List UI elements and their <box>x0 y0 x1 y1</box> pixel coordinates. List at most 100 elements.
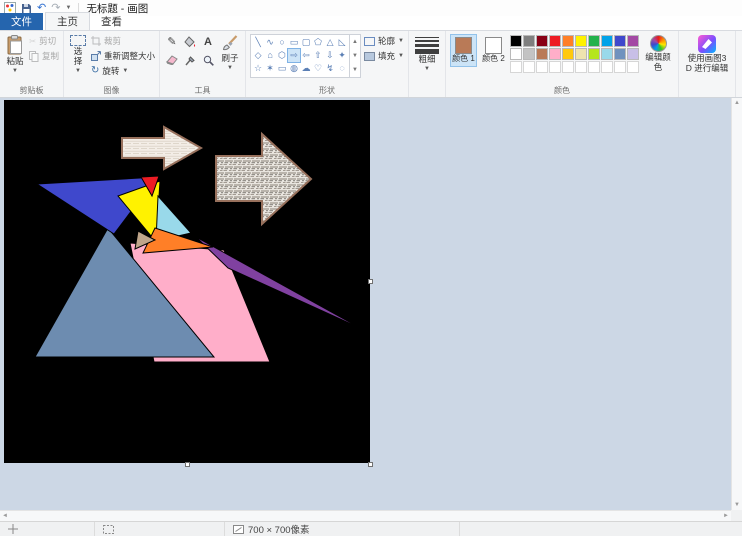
palette-swatch[interactable] <box>614 61 626 73</box>
brushes-button[interactable]: 刷子 ▼ <box>219 34 241 73</box>
rotate-button[interactable]: ↻ 旋转 ▼ <box>91 65 155 77</box>
scroll-down-icon[interactable]: ▼ <box>732 500 742 510</box>
outline-caret-icon: ▼ <box>398 38 404 44</box>
color1-button[interactable]: 颜色 1 <box>450 34 477 67</box>
palette-swatch[interactable] <box>562 61 574 73</box>
palette-swatch[interactable] <box>588 35 600 47</box>
horizontal-scrollbar[interactable]: ◄ ► <box>0 510 731 521</box>
palette-swatch[interactable] <box>575 35 587 47</box>
paint3d-button[interactable]: 使用画图3 D 进行编辑 <box>683 34 731 75</box>
palette-swatch[interactable] <box>601 48 613 60</box>
scrollbar-corner <box>731 510 742 521</box>
fill-tool[interactable] <box>182 34 198 50</box>
shape-right-triangle[interactable]: ◺ <box>336 36 348 49</box>
palette-swatch[interactable] <box>627 61 639 73</box>
copy-button[interactable]: 复制 <box>29 50 59 62</box>
tab-file[interactable]: 文件 <box>0 13 43 30</box>
palette-swatch[interactable] <box>614 48 626 60</box>
crop-label: 裁剪 <box>104 35 121 47</box>
crop-button[interactable]: 裁剪 <box>91 35 155 47</box>
eraser-tool[interactable] <box>164 52 180 68</box>
shape-rectangle[interactable]: ▭ <box>288 36 300 49</box>
canvas-resize-handle-bottom[interactable] <box>185 462 190 467</box>
palette-swatch[interactable] <box>627 35 639 47</box>
palette-swatch[interactable] <box>549 61 561 73</box>
shape-triangle[interactable]: △ <box>324 36 336 49</box>
shape-six-point-star[interactable]: ✶ <box>264 62 276 75</box>
cut-button[interactable]: ✂ 剪切 <box>29 35 59 47</box>
palette-swatch[interactable] <box>575 48 587 60</box>
canvas-resize-handle-corner[interactable] <box>368 462 373 467</box>
shape-pentagon[interactable]: ⌂ <box>264 49 276 62</box>
palette-swatch[interactable] <box>536 35 548 47</box>
palette-swatch[interactable] <box>614 35 626 47</box>
vertical-scrollbar[interactable]: ▲ ▼ <box>731 98 742 510</box>
palette-swatch[interactable] <box>601 35 613 47</box>
statusbar: 700 × 700像素 <box>0 521 742 536</box>
shape-curve[interactable]: ∿ <box>264 36 276 49</box>
shape-oval-callout[interactable]: ◍ <box>288 62 300 75</box>
palette-swatch[interactable] <box>575 61 587 73</box>
canvas-resize-handle-right[interactable] <box>368 279 373 284</box>
palette-swatch[interactable] <box>588 61 600 73</box>
shape-polygon[interactable]: ⬠ <box>312 36 324 49</box>
size-button[interactable]: 粗细 ▼ <box>413 34 441 74</box>
shape-down-arrow[interactable]: ⇩ <box>324 49 336 62</box>
tab-view[interactable]: 查看 <box>90 13 133 30</box>
palette-swatch[interactable] <box>562 48 574 60</box>
palette-swatch[interactable] <box>601 61 613 73</box>
palette-swatch[interactable] <box>536 48 548 60</box>
paste-button[interactable]: 粘贴 ▼ <box>4 34 26 76</box>
shape-heart[interactable]: ♡ <box>312 62 324 75</box>
shape-fill-button[interactable]: 填充 ▼ <box>364 50 404 62</box>
gallery-more-icon[interactable]: ▼ <box>350 63 360 77</box>
scroll-right-icon[interactable]: ► <box>721 511 731 521</box>
paint-canvas[interactable] <box>4 100 370 463</box>
palette-swatch[interactable] <box>523 35 535 47</box>
palette-swatch[interactable] <box>523 61 535 73</box>
text-tool[interactable]: A <box>200 34 216 50</box>
resize-button[interactable]: 重新调整大小 <box>91 50 155 62</box>
shape-left-arrow[interactable]: ⇦ <box>300 49 312 62</box>
color-picker-tool[interactable] <box>182 52 198 68</box>
color2-button[interactable]: 颜色 2 <box>480 34 507 67</box>
select-button[interactable]: 选择 ▼ <box>68 34 88 75</box>
brush-icon <box>221 35 239 53</box>
shape-cloud-callout[interactable]: ☁ <box>300 62 312 75</box>
palette-swatch[interactable] <box>549 48 561 60</box>
scroll-up-icon[interactable]: ▲ <box>732 98 742 108</box>
palette-swatch[interactable] <box>510 48 522 60</box>
shape-oval[interactable]: ○ <box>276 36 288 49</box>
palette-swatch[interactable] <box>627 48 639 60</box>
magnifier-tool[interactable] <box>200 52 216 68</box>
palette-swatch[interactable] <box>510 35 522 47</box>
gallery-scroll-down-icon[interactable]: ▼ <box>350 49 360 63</box>
tab-home[interactable]: 主页 <box>45 12 90 30</box>
shape-up-arrow[interactable]: ⇧ <box>312 49 324 62</box>
gallery-scroll-up-icon[interactable]: ▲ <box>350 35 360 49</box>
save-button[interactable] <box>21 3 32 14</box>
shape-rounded-rectangle[interactable]: ▢ <box>300 36 312 49</box>
shape-lightning[interactable]: ↯ <box>324 62 336 75</box>
shape-hexagon[interactable]: ⬡ <box>276 49 288 62</box>
shape-right-arrow[interactable]: ⇨ <box>288 49 300 62</box>
shape-rounded-callout[interactable]: ▭ <box>276 62 288 75</box>
shape-five-point-star[interactable]: ☆ <box>252 62 264 75</box>
shape-line[interactable]: ╲ <box>252 36 264 49</box>
qat-customize-icon[interactable]: ▼ <box>65 5 71 11</box>
shape-more-shapes[interactable]: ◌ <box>336 62 348 75</box>
select-caret-icon: ▼ <box>75 68 81 75</box>
palette-swatch[interactable] <box>588 48 600 60</box>
palette-swatch[interactable] <box>549 35 561 47</box>
palette-swatch[interactable] <box>536 61 548 73</box>
group-size: 粗细 ▼ <box>409 31 446 97</box>
scroll-left-icon[interactable]: ◄ <box>0 511 10 521</box>
shape-diamond[interactable]: ◇ <box>252 49 264 62</box>
palette-swatch[interactable] <box>510 61 522 73</box>
shape-four-point-star[interactable]: ✦ <box>336 49 348 62</box>
edit-colors-button[interactable]: 编辑颜色 <box>642 34 674 74</box>
palette-swatch[interactable] <box>523 48 535 60</box>
shape-outline-button[interactable]: 轮廓 ▼ <box>364 35 404 47</box>
palette-swatch[interactable] <box>562 35 574 47</box>
pencil-tool[interactable]: ✎ <box>164 34 180 50</box>
